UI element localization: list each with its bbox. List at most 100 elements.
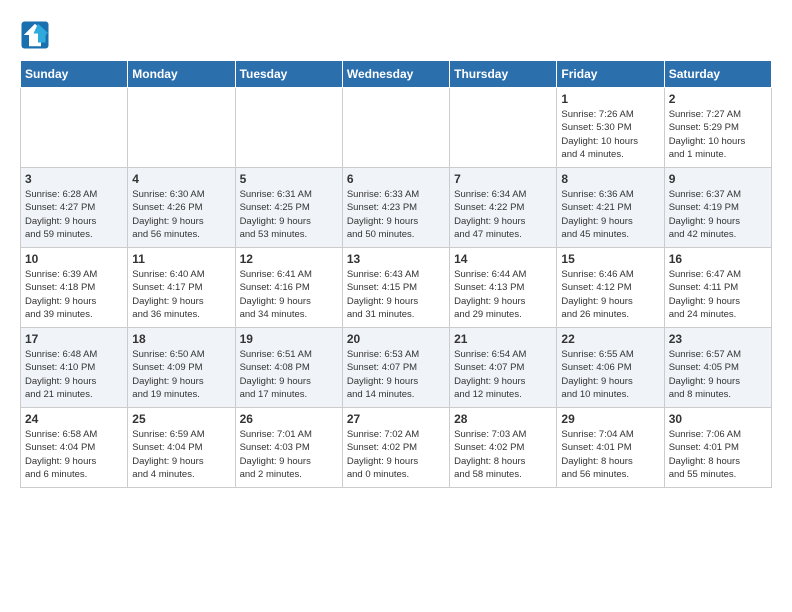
calendar-cell: 24 Sunrise: 6:58 AM Sunset: 4:04 PM Dayli… bbox=[21, 408, 128, 488]
day-info: Sunrise: 6:47 AM Sunset: 4:11 PM Dayligh… bbox=[669, 268, 767, 321]
calendar-cell: 30 Sunrise: 7:06 AM Sunset: 4:01 PM Dayli… bbox=[664, 408, 771, 488]
calendar-cell: 6 Sunrise: 6:33 AM Sunset: 4:23 PM Daylig… bbox=[342, 168, 449, 248]
calendar-cell: 3Sunrise: 6:28 AM Sunset: 4:27 PM Daylig… bbox=[21, 168, 128, 248]
day-header-wednesday: Wednesday bbox=[342, 61, 449, 88]
calendar-cell: 17Sunrise: 6:48 AM Sunset: 4:10 PM Dayli… bbox=[21, 328, 128, 408]
calendar-cell: 18Sunrise: 6:50 AM Sunset: 4:09 PM Dayli… bbox=[128, 328, 235, 408]
day-number: 30 bbox=[669, 412, 767, 426]
day-info: Sunrise: 7:04 AM Sunset: 4:01 PM Dayligh… bbox=[561, 428, 659, 481]
calendar-cell bbox=[21, 88, 128, 168]
calendar-cell: 23Sunrise: 6:57 AM Sunset: 4:05 PM Dayli… bbox=[664, 328, 771, 408]
day-header-sunday: Sunday bbox=[21, 61, 128, 88]
calendar-cell: 5Sunrise: 6:31 AM Sunset: 4:25 PM Daylig… bbox=[235, 168, 342, 248]
logo bbox=[20, 20, 56, 50]
day-info: Sunrise: 6:44 AM Sunset: 4:13 PM Dayligh… bbox=[454, 268, 552, 321]
calendar-cell: 1Sunrise: 7:26 AM Sunset: 5:30 PM Daylig… bbox=[557, 88, 664, 168]
day-number: 11 bbox=[132, 252, 230, 266]
day-number: 14 bbox=[454, 252, 552, 266]
logo-icon bbox=[20, 20, 50, 50]
calendar-table: SundayMondayTuesdayWednesdayThursdayFrid… bbox=[20, 60, 772, 488]
day-info: Sunrise: 7:03 AM Sunset: 4:02 PM Dayligh… bbox=[454, 428, 552, 481]
day-number: 18 bbox=[132, 332, 230, 346]
day-number: 16 bbox=[669, 252, 767, 266]
calendar-cell: 28 Sunrise: 7:03 AM Sunset: 4:02 PM Dayli… bbox=[450, 408, 557, 488]
day-number: 20 bbox=[347, 332, 445, 346]
calendar-cell: 2 Sunrise: 7:27 AM Sunset: 5:29 PM Daylig… bbox=[664, 88, 771, 168]
calendar-week-row: 24 Sunrise: 6:58 AM Sunset: 4:04 PM Dayli… bbox=[21, 408, 772, 488]
day-header-monday: Monday bbox=[128, 61, 235, 88]
day-info: Sunrise: 7:01 AM Sunset: 4:03 PM Dayligh… bbox=[240, 428, 338, 481]
page-header bbox=[20, 20, 772, 50]
day-number: 19 bbox=[240, 332, 338, 346]
calendar-cell: 15 Sunrise: 6:46 AM Sunset: 4:12 PM Dayli… bbox=[557, 248, 664, 328]
day-header-tuesday: Tuesday bbox=[235, 61, 342, 88]
calendar-cell: 20 Sunrise: 6:53 AM Sunset: 4:07 PM Dayli… bbox=[342, 328, 449, 408]
calendar-week-row: 3Sunrise: 6:28 AM Sunset: 4:27 PM Daylig… bbox=[21, 168, 772, 248]
day-number: 17 bbox=[25, 332, 123, 346]
day-header-thursday: Thursday bbox=[450, 61, 557, 88]
day-number: 22 bbox=[561, 332, 659, 346]
day-info: Sunrise: 7:06 AM Sunset: 4:01 PM Dayligh… bbox=[669, 428, 767, 481]
day-info: Sunrise: 6:53 AM Sunset: 4:07 PM Dayligh… bbox=[347, 348, 445, 401]
calendar-cell: 7Sunrise: 6:34 AM Sunset: 4:22 PM Daylig… bbox=[450, 168, 557, 248]
calendar-cell bbox=[450, 88, 557, 168]
calendar-cell: 25 Sunrise: 6:59 AM Sunset: 4:04 PM Dayli… bbox=[128, 408, 235, 488]
calendar-cell: 4 Sunrise: 6:30 AM Sunset: 4:26 PM Daylig… bbox=[128, 168, 235, 248]
day-number: 29 bbox=[561, 412, 659, 426]
day-number: 15 bbox=[561, 252, 659, 266]
day-number: 9 bbox=[669, 172, 767, 186]
calendar-week-row: 10 Sunrise: 6:39 AM Sunset: 4:18 PM Dayli… bbox=[21, 248, 772, 328]
day-info: Sunrise: 7:27 AM Sunset: 5:29 PM Dayligh… bbox=[669, 108, 767, 161]
day-header-saturday: Saturday bbox=[664, 61, 771, 88]
day-info: Sunrise: 7:02 AM Sunset: 4:02 PM Dayligh… bbox=[347, 428, 445, 481]
day-number: 23 bbox=[669, 332, 767, 346]
calendar-cell: 12 Sunrise: 6:41 AM Sunset: 4:16 PM Dayli… bbox=[235, 248, 342, 328]
calendar-cell bbox=[235, 88, 342, 168]
day-info: Sunrise: 6:39 AM Sunset: 4:18 PM Dayligh… bbox=[25, 268, 123, 321]
day-info: Sunrise: 6:54 AM Sunset: 4:07 PM Dayligh… bbox=[454, 348, 552, 401]
calendar-week-row: 1Sunrise: 7:26 AM Sunset: 5:30 PM Daylig… bbox=[21, 88, 772, 168]
calendar-cell: 16 Sunrise: 6:47 AM Sunset: 4:11 PM Dayli… bbox=[664, 248, 771, 328]
day-info: Sunrise: 6:31 AM Sunset: 4:25 PM Dayligh… bbox=[240, 188, 338, 241]
day-info: Sunrise: 6:55 AM Sunset: 4:06 PM Dayligh… bbox=[561, 348, 659, 401]
day-info: Sunrise: 6:59 AM Sunset: 4:04 PM Dayligh… bbox=[132, 428, 230, 481]
day-number: 8 bbox=[561, 172, 659, 186]
calendar-cell: 19 Sunrise: 6:51 AM Sunset: 4:08 PM Dayli… bbox=[235, 328, 342, 408]
calendar-week-row: 17Sunrise: 6:48 AM Sunset: 4:10 PM Dayli… bbox=[21, 328, 772, 408]
calendar-cell: 8Sunrise: 6:36 AM Sunset: 4:21 PM Daylig… bbox=[557, 168, 664, 248]
day-number: 21 bbox=[454, 332, 552, 346]
calendar-cell: 22 Sunrise: 6:55 AM Sunset: 4:06 PM Dayli… bbox=[557, 328, 664, 408]
day-info: Sunrise: 6:41 AM Sunset: 4:16 PM Dayligh… bbox=[240, 268, 338, 321]
calendar-cell bbox=[342, 88, 449, 168]
day-info: Sunrise: 6:40 AM Sunset: 4:17 PM Dayligh… bbox=[132, 268, 230, 321]
day-number: 12 bbox=[240, 252, 338, 266]
day-number: 2 bbox=[669, 92, 767, 106]
calendar-cell: 21 Sunrise: 6:54 AM Sunset: 4:07 PM Dayli… bbox=[450, 328, 557, 408]
day-number: 4 bbox=[132, 172, 230, 186]
calendar-cell bbox=[128, 88, 235, 168]
calendar-cell: 10 Sunrise: 6:39 AM Sunset: 4:18 PM Dayli… bbox=[21, 248, 128, 328]
day-number: 27 bbox=[347, 412, 445, 426]
calendar-cell: 26 Sunrise: 7:01 AM Sunset: 4:03 PM Dayli… bbox=[235, 408, 342, 488]
day-info: Sunrise: 6:46 AM Sunset: 4:12 PM Dayligh… bbox=[561, 268, 659, 321]
day-info: Sunrise: 6:58 AM Sunset: 4:04 PM Dayligh… bbox=[25, 428, 123, 481]
calendar-cell: 29 Sunrise: 7:04 AM Sunset: 4:01 PM Dayli… bbox=[557, 408, 664, 488]
day-number: 28 bbox=[454, 412, 552, 426]
calendar-cell: 11 Sunrise: 6:40 AM Sunset: 4:17 PM Dayli… bbox=[128, 248, 235, 328]
day-info: Sunrise: 6:34 AM Sunset: 4:22 PM Dayligh… bbox=[454, 188, 552, 241]
day-number: 26 bbox=[240, 412, 338, 426]
day-number: 10 bbox=[25, 252, 123, 266]
day-info: Sunrise: 6:51 AM Sunset: 4:08 PM Dayligh… bbox=[240, 348, 338, 401]
calendar-header-row: SundayMondayTuesdayWednesdayThursdayFrid… bbox=[21, 61, 772, 88]
day-number: 25 bbox=[132, 412, 230, 426]
day-header-friday: Friday bbox=[557, 61, 664, 88]
day-info: Sunrise: 6:28 AM Sunset: 4:27 PM Dayligh… bbox=[25, 188, 123, 241]
day-info: Sunrise: 6:33 AM Sunset: 4:23 PM Dayligh… bbox=[347, 188, 445, 241]
day-number: 24 bbox=[25, 412, 123, 426]
day-info: Sunrise: 6:37 AM Sunset: 4:19 PM Dayligh… bbox=[669, 188, 767, 241]
day-info: Sunrise: 6:30 AM Sunset: 4:26 PM Dayligh… bbox=[132, 188, 230, 241]
day-number: 6 bbox=[347, 172, 445, 186]
day-number: 1 bbox=[561, 92, 659, 106]
calendar-cell: 13Sunrise: 6:43 AM Sunset: 4:15 PM Dayli… bbox=[342, 248, 449, 328]
calendar-cell: 9 Sunrise: 6:37 AM Sunset: 4:19 PM Daylig… bbox=[664, 168, 771, 248]
